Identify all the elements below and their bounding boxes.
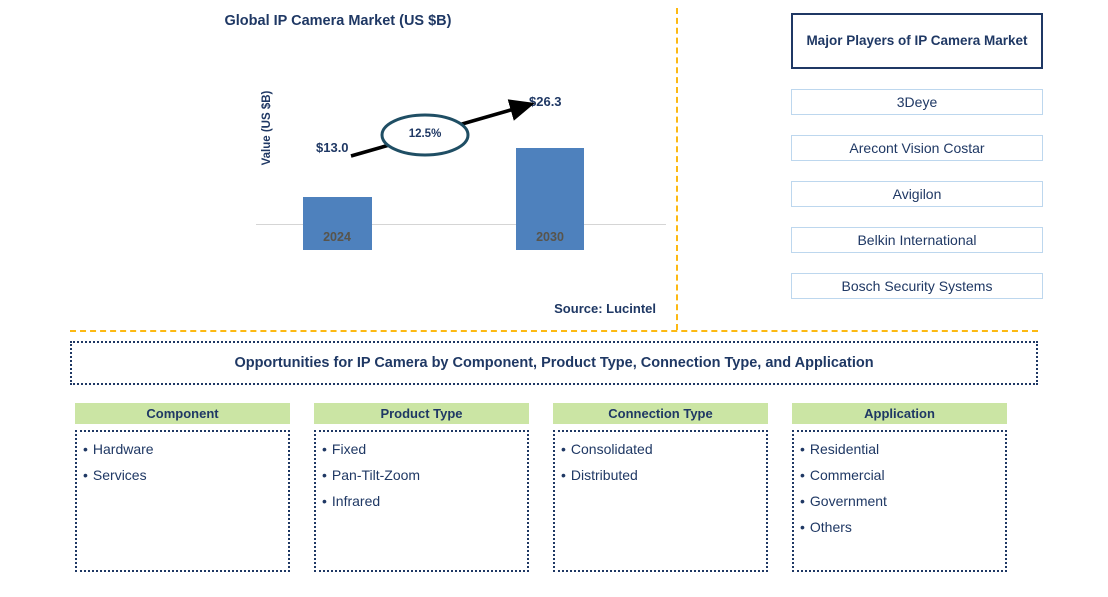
bullet-icon: • xyxy=(322,466,327,483)
source-note: Source: Lucintel xyxy=(554,301,656,316)
bullet-icon: • xyxy=(83,441,88,457)
column-body: • Residential • Commercial • Government … xyxy=(792,430,1007,572)
column-header: Application xyxy=(792,403,1007,424)
list-item: • Fixed xyxy=(322,440,521,459)
bullet-icon: • xyxy=(800,518,805,535)
list-item-label: Fixed xyxy=(331,441,367,457)
column-body: • Fixed • Pan-Tilt-Zoom • Infrared xyxy=(314,430,529,572)
horizontal-divider xyxy=(70,330,1038,332)
list-item-label: Residential xyxy=(809,441,880,457)
column-header: Component xyxy=(75,403,290,424)
list-item: • Others xyxy=(800,518,999,537)
opportunities-banner: Opportunities for IP Camera by Component… xyxy=(70,341,1038,385)
list-item-label: Distributed xyxy=(570,466,638,483)
list-item-label: Infrared xyxy=(331,492,381,509)
player-label: Arecont Vision Costar xyxy=(849,140,985,156)
x-tick-label-2030: 2030 xyxy=(536,230,564,244)
segment-columns: Component • Hardware • Services Product … xyxy=(75,403,1033,572)
market-chart-panel: Global IP Camera Market (US $B) Value (U… xyxy=(0,0,676,330)
list-item-label: Hardware xyxy=(92,441,154,457)
player-item[interactable]: Avigilon xyxy=(791,181,1043,207)
column-body: • Hardware • Services xyxy=(75,430,290,572)
bar-chart: Value (US $B) $13.0 $26.3 2024 2030 12.5… xyxy=(236,80,666,250)
bullet-icon: • xyxy=(800,441,805,457)
bar-value-2030: $26.3 xyxy=(529,94,562,109)
list-item: • Pan-Tilt-Zoom xyxy=(322,466,521,485)
bullet-icon: • xyxy=(83,466,88,483)
list-item-label: Consolidated xyxy=(570,441,653,457)
list-item: • Consolidated xyxy=(561,440,760,459)
bullet-icon: • xyxy=(800,466,805,483)
infographic-canvas: Global IP Camera Market (US $B) Value (U… xyxy=(0,0,1108,597)
bullet-icon: • xyxy=(322,441,327,457)
bar-value-2024: $13.0 xyxy=(316,140,349,155)
list-item: • Infrared xyxy=(322,492,521,511)
list-item-label: Commercial xyxy=(809,466,885,483)
list-item: • Government xyxy=(800,492,999,511)
x-tick-label-2024: 2024 xyxy=(323,230,351,244)
segment-column-application: Application • Residential • Commercial •… xyxy=(792,403,1007,572)
cagr-label: 12.5% xyxy=(408,128,442,140)
major-players-header: Major Players of IP Camera Market xyxy=(791,13,1043,69)
list-item-label: Others xyxy=(809,518,852,535)
player-label: Belkin International xyxy=(857,232,977,248)
list-item: • Distributed xyxy=(561,466,760,485)
segment-column-connection-type: Connection Type • Consolidated • Distrib… xyxy=(553,403,768,572)
column-header: Connection Type xyxy=(553,403,768,424)
player-label: 3Deye xyxy=(896,94,938,110)
major-players-panel: Major Players of IP Camera Market 3Deye … xyxy=(791,13,1043,299)
chart-title: Global IP Camera Market (US $B) xyxy=(224,13,452,29)
bullet-icon: • xyxy=(561,466,566,483)
list-item: • Hardware xyxy=(83,440,282,459)
player-label: Bosch Security Systems xyxy=(841,278,993,294)
bullet-icon: • xyxy=(800,492,805,509)
y-axis-label: Value (US $B) xyxy=(261,90,273,166)
list-item-label: Services xyxy=(92,466,147,483)
vertical-divider xyxy=(676,8,678,330)
column-body: • Consolidated • Distributed xyxy=(553,430,768,572)
segment-column-component: Component • Hardware • Services xyxy=(75,403,290,572)
list-item: • Commercial xyxy=(800,466,999,485)
segment-column-product-type: Product Type • Fixed • Pan-Tilt-Zoom • I… xyxy=(314,403,529,572)
list-item-label: Government xyxy=(809,492,887,509)
player-item[interactable]: Arecont Vision Costar xyxy=(791,135,1043,161)
list-item: • Services xyxy=(83,466,282,485)
player-item[interactable]: Bosch Security Systems xyxy=(791,273,1043,299)
player-label: Avigilon xyxy=(892,186,942,202)
bullet-icon: • xyxy=(322,492,327,509)
list-item-label: Pan-Tilt-Zoom xyxy=(331,466,421,483)
column-header: Product Type xyxy=(314,403,529,424)
player-item[interactable]: 3Deye xyxy=(791,89,1043,115)
list-item: • Residential xyxy=(800,440,999,459)
bullet-icon: • xyxy=(561,441,566,457)
player-item[interactable]: Belkin International xyxy=(791,227,1043,253)
